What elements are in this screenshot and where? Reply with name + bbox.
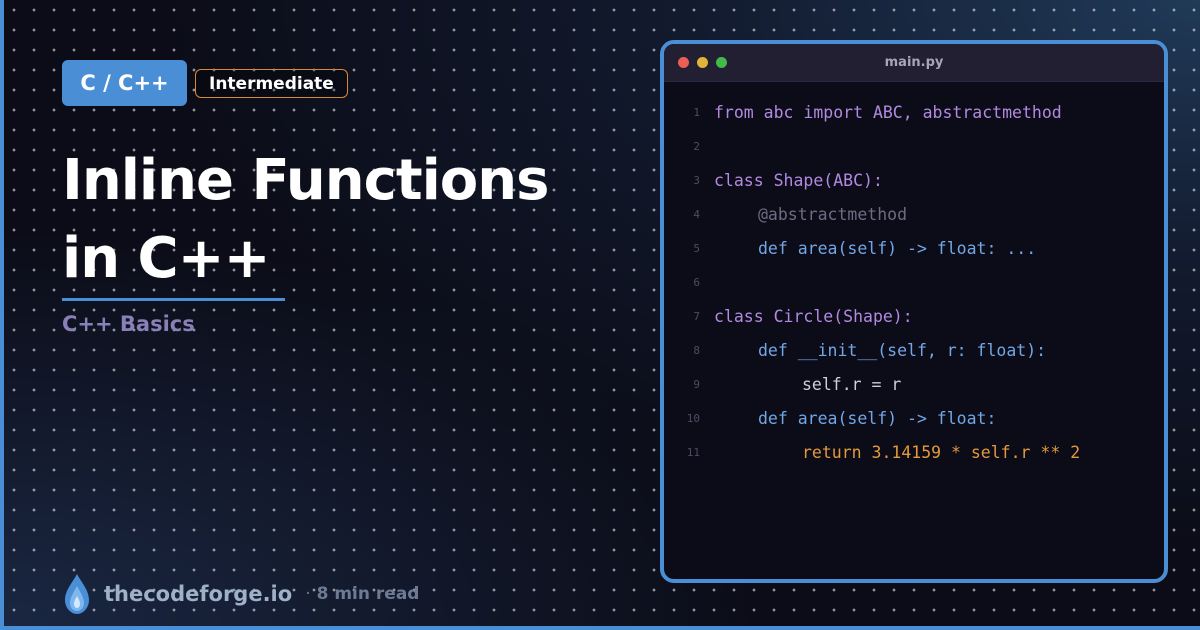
code-window: main.py 1 from abc import ABC, abstractm… xyxy=(660,40,1168,583)
line-number: 2 xyxy=(693,139,700,153)
code-text: def area(self) -> float: xyxy=(758,408,997,428)
language-tag: C / C++ xyxy=(62,60,187,106)
brand-name[interactable]: thecodeforge.io xyxy=(104,582,292,606)
code-text: def area(self) -> float: ... xyxy=(758,238,1037,258)
code-text: return 3.14159 * self.r ** 2 xyxy=(802,442,1081,462)
line-number: 9 xyxy=(693,377,700,391)
read-time: 8 min read xyxy=(316,584,420,604)
line-number: 6 xyxy=(693,275,700,289)
minimize-window-button[interactable] xyxy=(697,57,708,68)
code-line: 10 def area(self) -> float: xyxy=(664,401,1164,435)
line-number: 5 xyxy=(693,241,700,255)
line-number: 7 xyxy=(693,309,700,323)
code-line: 11 return 3.14159 * self.r ** 2 xyxy=(664,435,1164,469)
code-line: 2 xyxy=(664,129,1164,163)
flame-drop-icon xyxy=(65,574,89,614)
code-text: from abc import ABC, abstractmethod xyxy=(714,102,1062,122)
code-text: self.r = r xyxy=(802,374,902,394)
code-text: def __init__(self, r: float): xyxy=(758,340,1047,360)
code-line: 1 from abc import ABC, abstractmethod xyxy=(664,95,1164,129)
code-text: class Circle(Shape): xyxy=(714,306,913,326)
filename-label: main.py xyxy=(884,55,944,70)
code-editor: 1 from abc import ABC, abstractmethod 2 … xyxy=(664,82,1164,469)
line-number: 8 xyxy=(693,343,700,357)
line-number: 11 xyxy=(686,445,700,459)
code-line: 6 xyxy=(664,265,1164,299)
code-text: @abstractmethod xyxy=(758,204,908,224)
code-line: 8 def __init__(self, r: float): xyxy=(664,333,1164,367)
line-number: 4 xyxy=(693,207,700,221)
window-titlebar: main.py xyxy=(664,44,1164,82)
subtitle: C++ Basics xyxy=(62,312,195,336)
level-tag: Intermediate xyxy=(195,69,348,98)
thumbnail-card: C / C++ Intermediate Inline Functions in… xyxy=(0,0,1200,630)
line-number: 1 xyxy=(693,105,700,119)
code-text: class Shape(ABC): xyxy=(714,170,883,190)
code-line: 3 class Shape(ABC): xyxy=(664,163,1164,197)
code-line: 5 def area(self) -> float: ... xyxy=(664,231,1164,265)
close-window-button[interactable] xyxy=(678,57,689,68)
maximize-window-button[interactable] xyxy=(716,57,727,68)
title-underline xyxy=(62,298,285,301)
code-line: 4 @abstractmethod xyxy=(664,197,1164,231)
footer: thecodeforge.io · 8 min read xyxy=(62,568,419,620)
line-number: 3 xyxy=(693,173,700,187)
code-line: 7 class Circle(Shape): xyxy=(664,299,1164,333)
line-number: 10 xyxy=(686,411,700,425)
page-title: Inline Functions in C++ xyxy=(62,148,549,291)
code-line: 9 self.r = r xyxy=(664,367,1164,401)
footer-separator: · xyxy=(305,584,311,604)
